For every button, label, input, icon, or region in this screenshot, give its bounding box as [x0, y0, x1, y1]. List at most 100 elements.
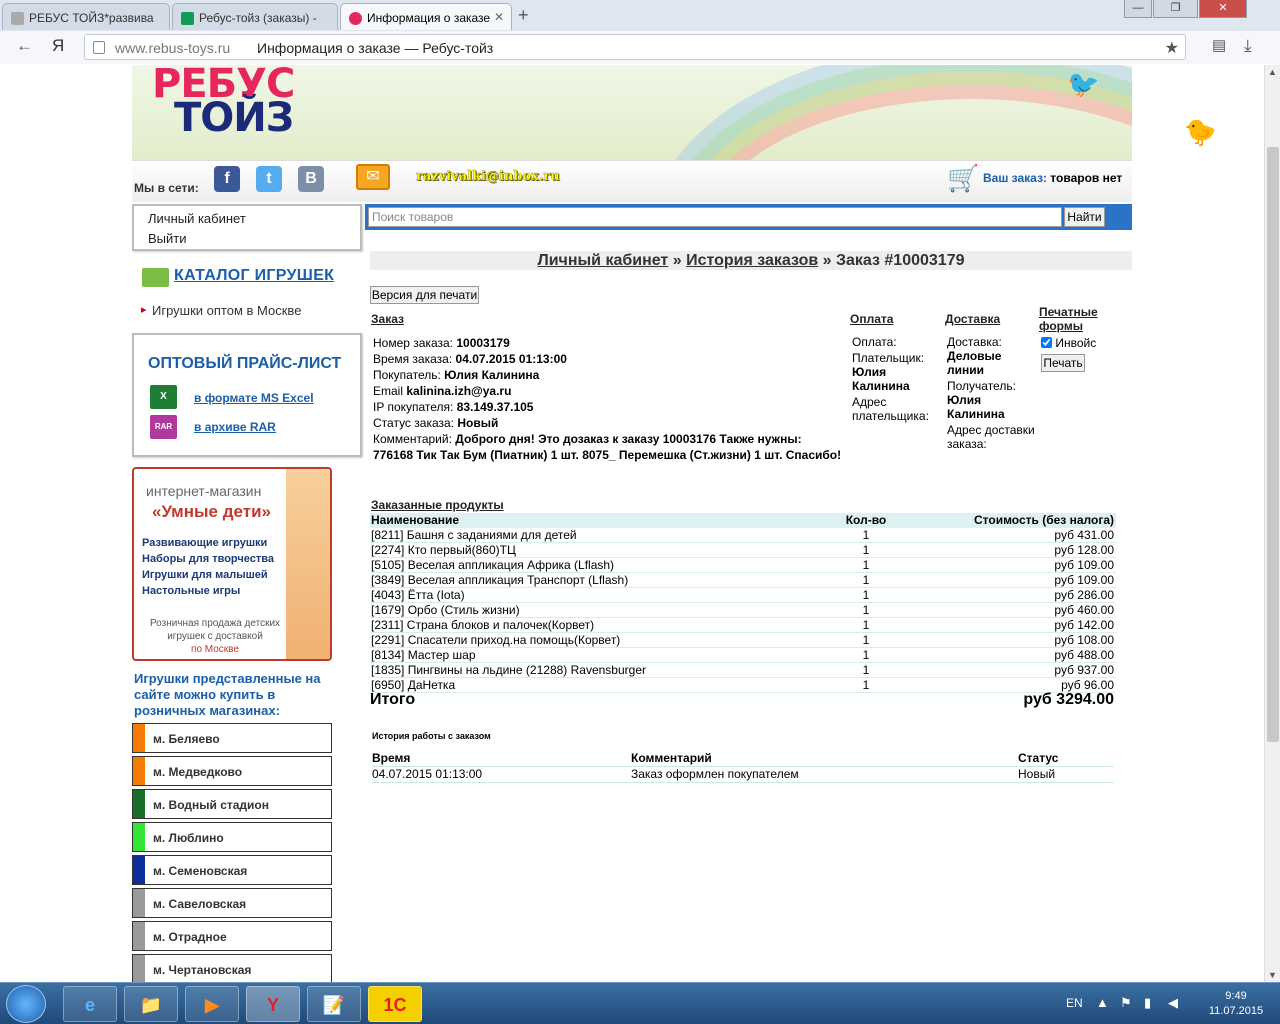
products-header: Наименование Кол-во Стоимость (без налог…: [370, 513, 1116, 528]
shop-item[interactable]: м. Чертановская: [132, 954, 332, 982]
shops-title: Игрушки представленные на сайте можно ку…: [134, 671, 321, 718]
total-label: Итого: [370, 691, 416, 708]
shop-item[interactable]: м. Беляево: [132, 723, 332, 753]
breadcrumb: Личный кабинет » История заказов » Заказ…: [370, 251, 1132, 270]
tab-order-info[interactable]: Информация о заказе ✕: [340, 3, 512, 30]
smart-kids-banner[interactable]: интернет-магазин «Умные дети» Развивающи…: [132, 467, 332, 661]
buyer-ip: 83.149.37.105: [456, 400, 534, 414]
new-tab-button[interactable]: +: [518, 5, 529, 26]
shop-item[interactable]: м. Савеловская: [132, 888, 332, 918]
yandex-logo[interactable]: Я: [52, 36, 64, 56]
media-player-icon[interactable]: ▶: [185, 986, 239, 1022]
logout-link[interactable]: Выйти: [134, 229, 360, 249]
language-indicator[interactable]: EN: [1066, 996, 1083, 1010]
invoice-checkbox[interactable]: [1041, 337, 1052, 348]
browser-chrome: РЕБУС ТОЙЗ*развива Ребус-тойз (заказы) -…: [0, 0, 1280, 64]
site-header: РЕБУС ТОЙЗ 🐦: [132, 65, 1132, 160]
payer-name: Юлия Калинина: [852, 365, 910, 393]
tab-rebus-admin[interactable]: РЕБУС ТОЙЗ*развива: [2, 3, 170, 30]
scroll-down-icon[interactable]: ▼: [1268, 970, 1277, 980]
product-cost: руб 96.00: [1061, 678, 1114, 692]
start-button[interactable]: [6, 985, 46, 1023]
vertical-scrollbar[interactable]: ▲ ▼: [1264, 65, 1280, 982]
price-list-excel-link[interactable]: в формате MS Excel: [194, 391, 314, 405]
scroll-up-icon[interactable]: ▲: [1268, 67, 1277, 77]
shop-item[interactable]: м. Водный стадион: [132, 789, 332, 819]
print-version-button[interactable]: Версия для печати: [370, 286, 479, 304]
navigation-bar: ← Я www.rebus-toys.ru Информация о заказ…: [0, 31, 1280, 64]
metro-line-color: [133, 724, 145, 752]
account-box: Личный кабинет Выйти: [132, 204, 362, 251]
metro-line-color: [133, 757, 145, 785]
search-button[interactable]: Найти: [1064, 207, 1105, 227]
site-logo[interactable]: РЕБУС ТОЙЗ: [152, 65, 295, 138]
minimize-button[interactable]: —: [1124, 0, 1152, 18]
product-cost: руб 109.00: [1054, 573, 1114, 587]
restore-button[interactable]: ❐: [1153, 0, 1198, 18]
flag-icon[interactable]: ⚑: [1120, 995, 1132, 1011]
product-qty: 1: [862, 633, 870, 647]
order-history: История работы с заказом Время Комментар…: [372, 731, 1114, 783]
section-forms: Печатные формы: [1039, 305, 1098, 333]
explorer-icon[interactable]: 📁: [124, 986, 178, 1022]
product-name: [2311] Страна блоков и палочек(Корвет): [371, 618, 595, 632]
wholesale-link[interactable]: Игрушки оптом в Москве: [141, 303, 301, 318]
shop-item[interactable]: м. Люблино: [132, 822, 332, 852]
vkontakte-icon[interactable]: B: [298, 166, 324, 192]
clock[interactable]: 9:49 11.07.2015: [1196, 989, 1276, 1019]
kids-illustration: [286, 469, 330, 659]
rebus-favicon: [349, 12, 362, 25]
breadcrumb-cabinet[interactable]: Личный кабинет: [537, 252, 668, 269]
1c-icon[interactable]: 1С: [368, 986, 422, 1022]
yandex-browser-icon[interactable]: Y: [246, 986, 300, 1022]
rainbow-decoration: [692, 85, 1132, 160]
history-time: 04.07.2015 01:13:00: [372, 767, 483, 781]
sticky-notes-icon[interactable]: 📝: [307, 986, 361, 1022]
twitter-icon[interactable]: t: [256, 166, 282, 192]
download-icon[interactable]: ⤓: [1244, 36, 1252, 56]
tab-orders-sheet[interactable]: Ребус-тойз (заказы) -: [172, 3, 338, 30]
page-content: РЕБУС ТОЙЗ 🐦 🐤 Мы в сети: f t B ✉ razviv…: [0, 65, 1264, 982]
rar-icon: RAR: [150, 415, 177, 439]
price-list-rar-link[interactable]: в архиве RAR: [194, 420, 276, 434]
history-status: Новый: [1018, 767, 1056, 781]
address-bar[interactable]: www.rebus-toys.ru Информация о заказе — …: [84, 34, 1186, 60]
order-time: 04.07.2015 01:13:00: [455, 352, 567, 366]
shop-item[interactable]: м. Семеновская: [132, 855, 332, 885]
shop-item[interactable]: м. Отрадное: [132, 921, 332, 951]
close-tab-icon[interactable]: ✕: [494, 10, 504, 24]
scrollbar-thumb[interactable]: [1267, 147, 1279, 742]
bookmark-star-icon[interactable]: ★: [1165, 38, 1179, 58]
mail-icon[interactable]: ✉: [356, 164, 390, 190]
search-input[interactable]: Поиск товаров: [368, 207, 1062, 227]
cart-status[interactable]: Ваш заказ: товаров нет: [983, 171, 1122, 185]
cart-icon[interactable]: 🛒: [947, 163, 979, 194]
reader-icon[interactable]: ▤: [1212, 36, 1226, 54]
product-row: [8134] Мастер шар 1 руб 488.00: [370, 648, 1116, 663]
url-host: www.rebus-toys.ru: [115, 40, 231, 56]
product-name: [8134] Мастер шар: [371, 648, 476, 662]
breadcrumb-history[interactable]: История заказов: [686, 252, 818, 269]
facebook-icon[interactable]: f: [214, 166, 240, 192]
product-name: [1835] Пингвины на льдине (21288) Ravens…: [371, 663, 646, 677]
volume-icon[interactable]: ◀: [1168, 995, 1178, 1011]
recipient-name: Юлия Калинина: [947, 393, 1005, 421]
section-delivery: Доставка: [945, 312, 1001, 326]
close-window-button[interactable]: ✕: [1199, 0, 1247, 18]
metro-line-color: [133, 856, 145, 884]
taskbar: e 📁 ▶ Y 📝 1С EN ▲ ⚑ ▮ ◀ 9:49 11.07.2015: [0, 982, 1280, 1024]
price-list-title: ОПТОВЫЙ ПРАЙС-ЛИСТ: [148, 355, 342, 372]
tray-arrow-icon[interactable]: ▲: [1096, 995, 1109, 1010]
buyer-name: Юлия Калинина: [444, 368, 540, 382]
back-button[interactable]: ←: [16, 36, 33, 56]
product-row: [4043] Ётта (Iota) 1 руб 286.00: [370, 588, 1116, 603]
shop-item[interactable]: м. Медведково: [132, 756, 332, 786]
delivery-method: Деловые линии: [947, 349, 1002, 377]
product-name: [6950] ДаНетка: [371, 678, 456, 692]
network-icon[interactable]: ▮: [1144, 995, 1151, 1011]
contact-email[interactable]: razvivalki@inbox.ru: [416, 169, 560, 184]
buyer-email: kalinina.izh@ya.ru: [406, 384, 512, 398]
ie-icon[interactable]: e: [63, 986, 117, 1022]
account-link[interactable]: Личный кабинет: [134, 209, 360, 229]
print-button[interactable]: Печать: [1041, 354, 1085, 372]
